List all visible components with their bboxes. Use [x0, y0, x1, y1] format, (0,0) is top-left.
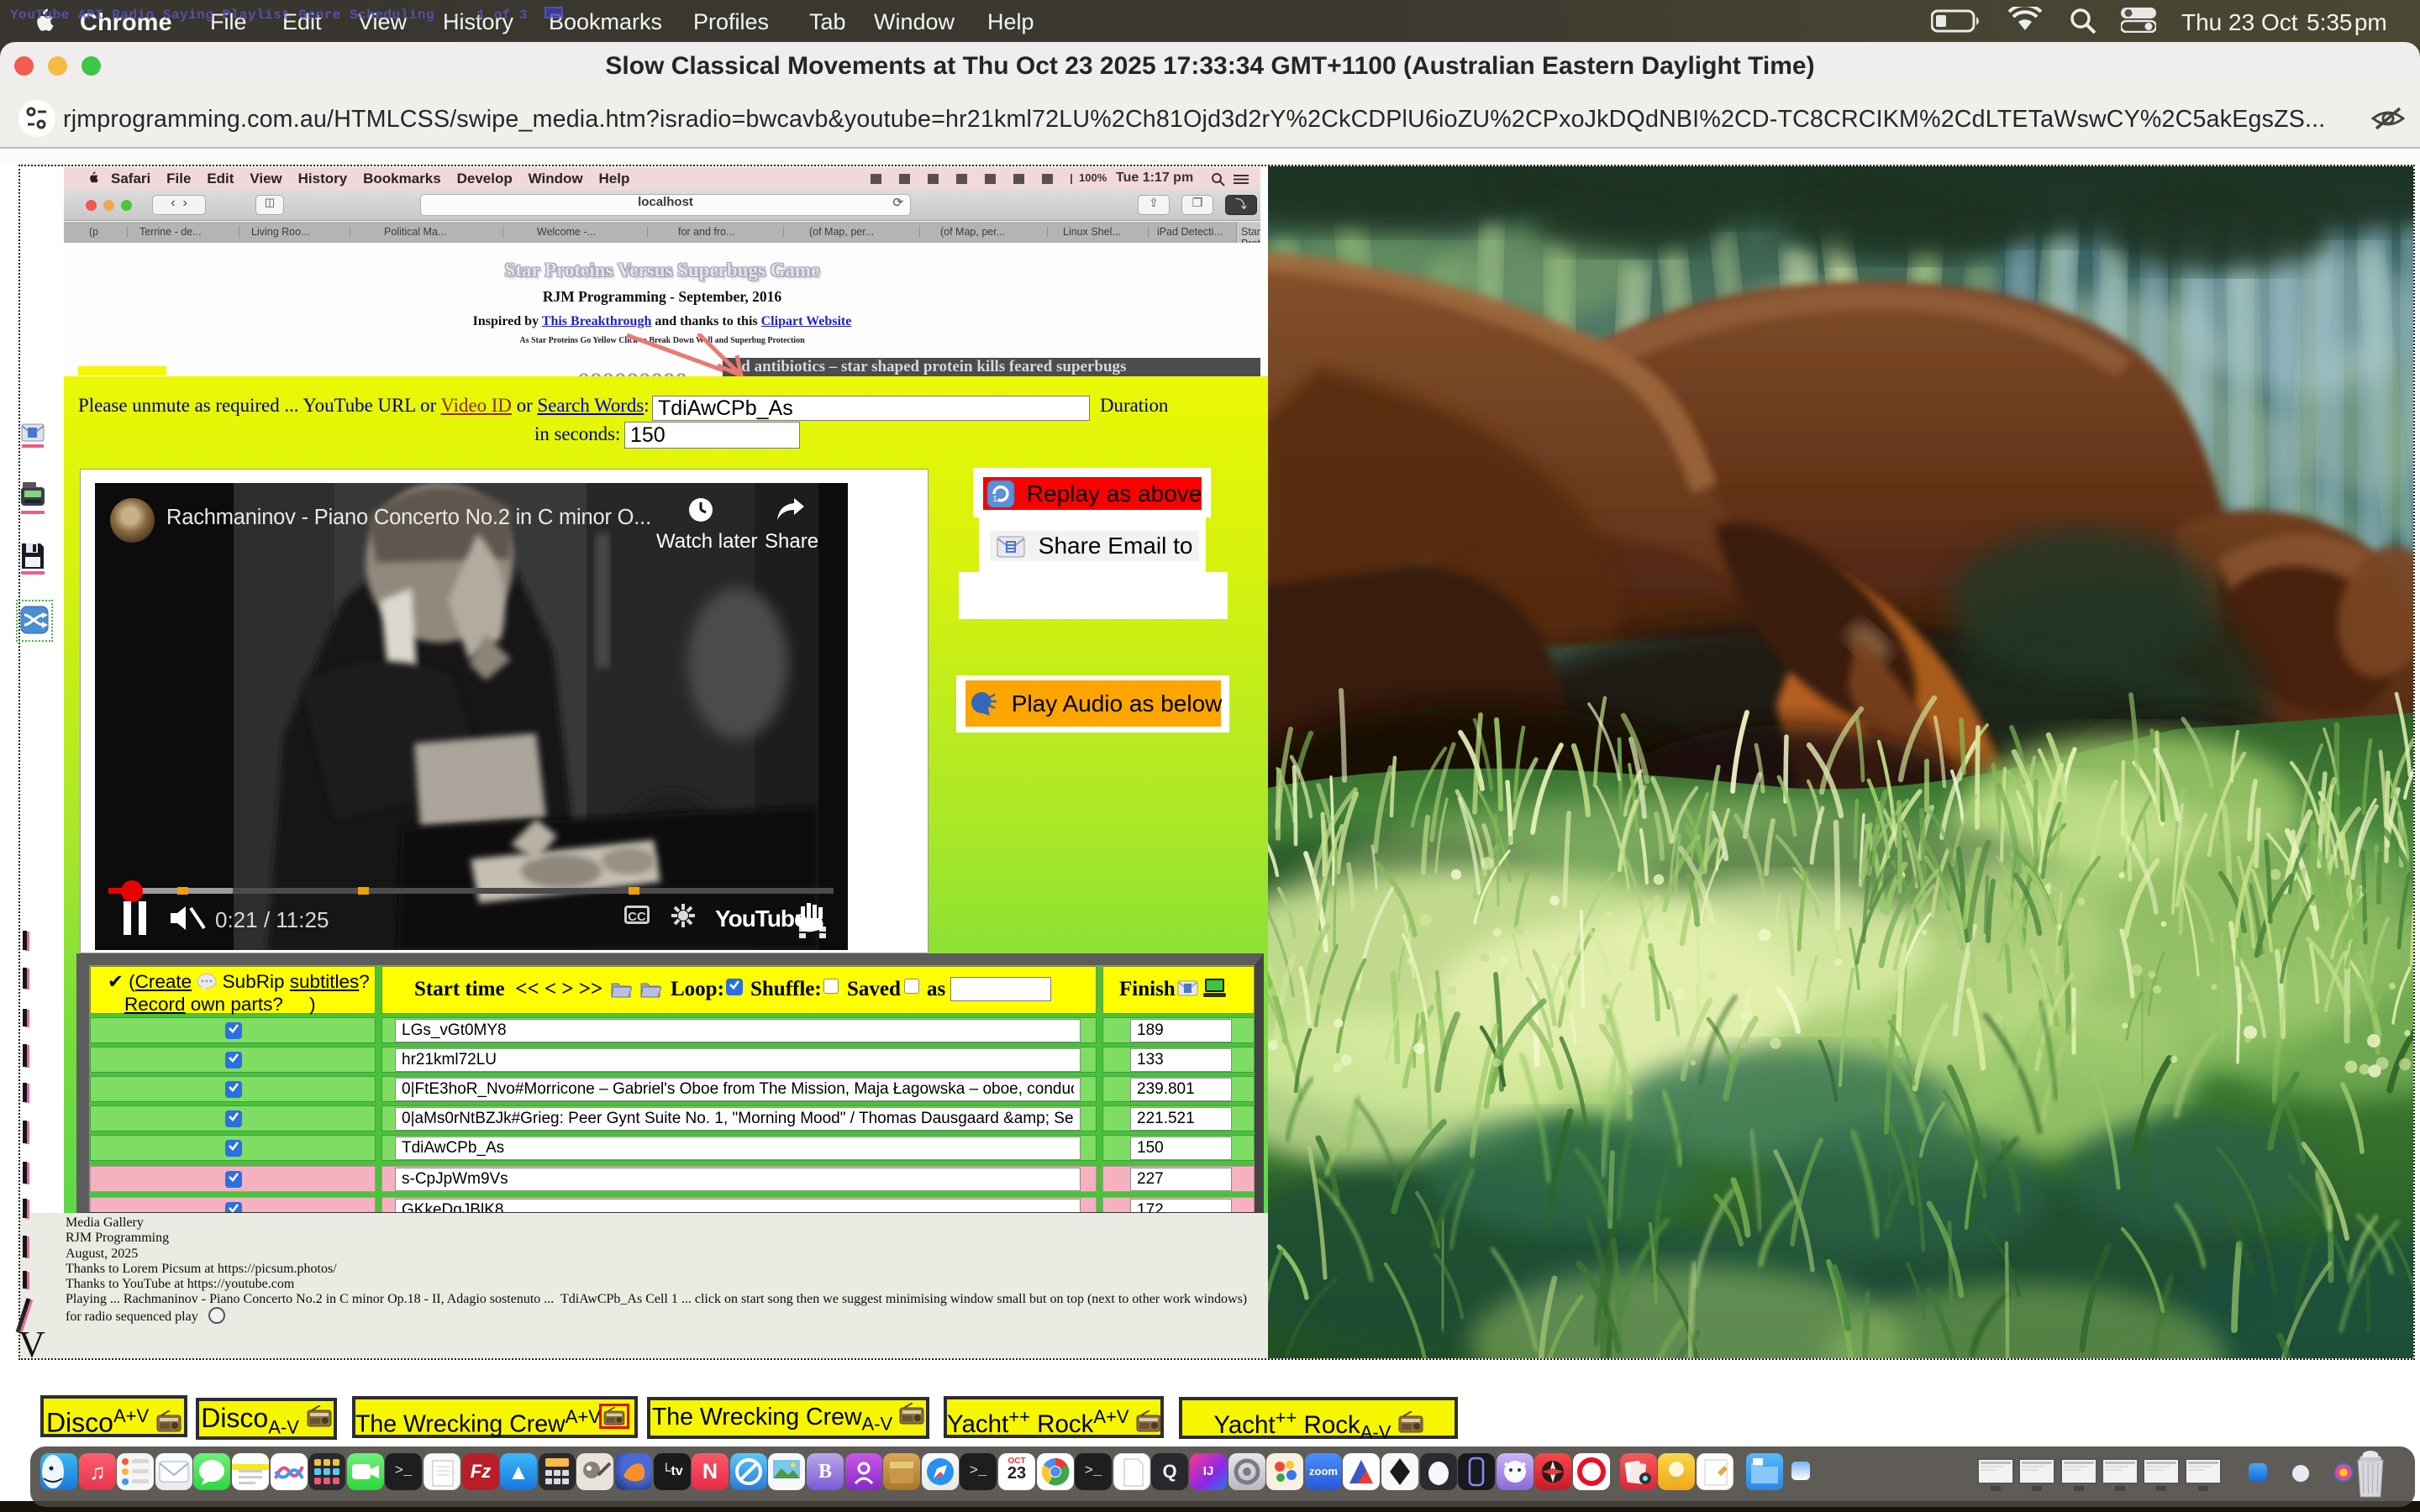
svg-text:1: 1 — [992, 495, 997, 504]
